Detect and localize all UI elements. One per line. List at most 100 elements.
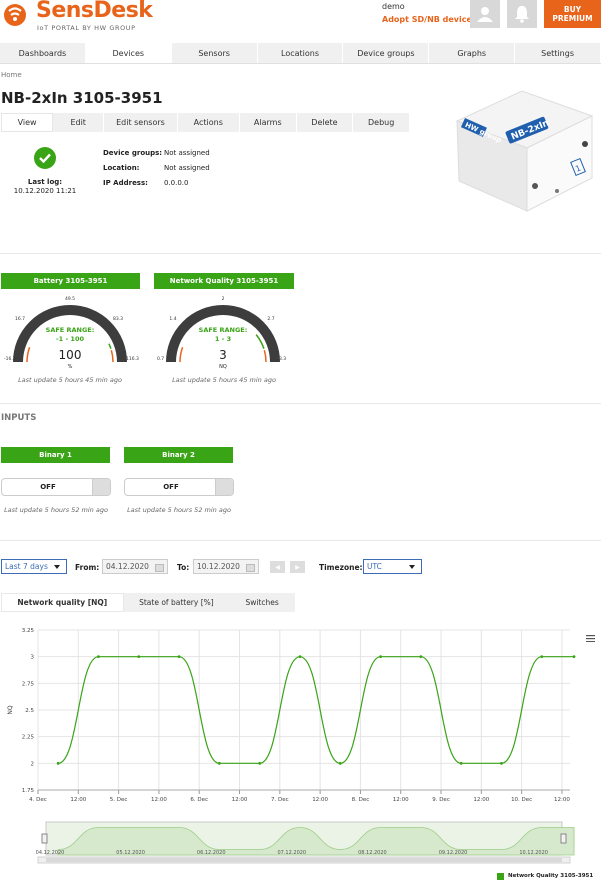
data-point	[298, 655, 302, 659]
tab-edit[interactable]: Edit	[53, 113, 105, 132]
gauge-unit: NQ	[219, 364, 227, 370]
nav-devices[interactable]: Devices	[85, 43, 172, 63]
next-period-button[interactable]: ▶	[290, 561, 305, 573]
buy-label: BUY	[563, 5, 582, 14]
divider	[0, 540, 601, 541]
timezone-select-value: UTC	[367, 562, 382, 571]
navigator-tick-label: 07.12.2020	[277, 850, 306, 856]
x-tick-label: 10. Dec	[511, 797, 532, 803]
navigator-tick-label: 08.12.2020	[358, 850, 387, 856]
y-tick-label: 2	[31, 761, 35, 767]
tab-state-of-battery[interactable]: State of battery [%]	[124, 593, 230, 612]
y-tick-label: 3.25	[22, 628, 35, 634]
y-tick-label: 2.25	[22, 735, 35, 741]
to-date-value: 10.12.2020	[197, 562, 240, 571]
from-label: From:	[75, 563, 100, 572]
brand-name[interactable]: SensDesk	[36, 0, 153, 23]
tab-delete[interactable]: Delete	[297, 113, 354, 132]
chevron-down-icon	[409, 565, 415, 569]
device-groups-value: Not assigned	[164, 149, 210, 157]
bell-icon	[515, 6, 529, 23]
legend-entry[interactable]: Network Quality 3105-3951	[508, 873, 593, 879]
gauge-last-update: Last update 5 hours 45 min ago	[172, 376, 276, 384]
gauge-tick-label: 2.7	[267, 316, 274, 322]
ip-address-label: IP Address:	[103, 179, 148, 187]
data-point	[540, 655, 544, 659]
buy-premium-button[interactable]: BUY PREMIUM	[544, 0, 601, 28]
gauge-tick-label: 2	[222, 296, 225, 302]
device-product-image: HW group NB-2xIn 1	[455, 90, 594, 212]
chevron-down-icon	[54, 565, 60, 569]
data-point	[379, 655, 382, 659]
prev-period-button[interactable]: ◀	[270, 561, 285, 573]
nav-graphs[interactable]: Graphs	[429, 43, 516, 63]
gauge-last-update: Last update 5 hours 45 min ago	[18, 376, 122, 384]
x-tick-label: 9. Dec	[432, 797, 450, 803]
navigator-tick-label: 06.12.2020	[197, 850, 226, 856]
y-tick-label: 3	[31, 655, 35, 661]
gauge-title-battery[interactable]: Battery 3105-3951	[1, 273, 140, 289]
x-tick-label: 12:00	[232, 797, 248, 803]
gauge-title-network-quality[interactable]: Network Quality 3105-3951	[154, 273, 294, 289]
legend-swatch[interactable]	[497, 873, 504, 880]
data-point	[177, 655, 181, 659]
safe-range-label: SAFE RANGE:	[45, 326, 95, 334]
user-icon	[477, 7, 493, 22]
navigator-tick-label: 09.12.2020	[439, 850, 468, 856]
nav-sensors[interactable]: Sensors	[172, 43, 258, 63]
switch-state: OFF	[163, 483, 179, 491]
data-point	[217, 761, 221, 765]
divider	[0, 253, 601, 254]
calendar-icon[interactable]	[155, 564, 164, 572]
x-tick-label: 7. Dec	[271, 797, 289, 803]
ip-address-value: 0.0.0.0	[164, 179, 189, 187]
breadcrumb[interactable]: Home	[1, 71, 22, 79]
to-date-input[interactable]: 10.12.2020	[193, 559, 259, 574]
gauge-tick-label: 1.4	[169, 316, 176, 322]
tab-switches[interactable]: Switches	[229, 593, 295, 612]
range-select-value: Last 7 days	[5, 562, 48, 571]
input-title-binary-2[interactable]: Binary 2	[124, 447, 233, 463]
gauge-tick-label: 16.7	[15, 316, 25, 322]
nav-locations[interactable]: Locations	[258, 43, 344, 63]
x-tick-label: 12:00	[312, 797, 328, 803]
range-select[interactable]: Last 7 days	[1, 559, 67, 574]
tab-view[interactable]: View	[1, 113, 54, 132]
notifications-button[interactable]	[507, 0, 537, 28]
from-date-input[interactable]: 04.12.2020	[102, 559, 168, 574]
tab-network-quality[interactable]: Network quality [NQ]	[1, 593, 124, 612]
safe-range-value: -1 - 100	[55, 335, 84, 343]
tab-alarms[interactable]: Alarms	[240, 113, 297, 132]
switch-state: OFF	[40, 483, 56, 491]
user-name: demo	[382, 2, 405, 11]
user-profile-button[interactable]	[470, 0, 500, 28]
tab-edit-sensors[interactable]: Edit sensors	[104, 113, 178, 132]
adopt-device-link[interactable]: Adopt SD/NB device	[382, 15, 472, 24]
last-log-value: 10.12.2020 11:21	[13, 187, 77, 195]
nav-settings[interactable]: Settings	[515, 43, 601, 63]
tab-debug[interactable]: Debug	[353, 113, 410, 132]
location-value: Not assigned	[164, 164, 210, 172]
binary-2-switch[interactable]: OFF	[124, 478, 234, 496]
y-tick-label: 2.5	[25, 708, 34, 714]
y-tick-label: 1.75	[22, 788, 35, 794]
x-tick-label: 8. Dec	[352, 797, 370, 803]
data-point	[258, 761, 262, 765]
data-point	[97, 655, 100, 659]
binary-1-switch[interactable]: OFF	[1, 478, 111, 496]
input-title-binary-1[interactable]: Binary 1	[1, 447, 110, 463]
gauge-tick-label: -16.3	[4, 356, 16, 362]
network-quality-chart: 3.25 3 2.75 2.5 2.25 2 1.75 NQ 4. Dec 12:00 5. Dec…	[7, 628, 576, 864]
nav-device-groups[interactable]: Device groups	[343, 43, 430, 63]
chevron-right-icon: ▶	[295, 563, 300, 571]
tab-actions[interactable]: Actions	[178, 113, 240, 132]
y-tick-label: 2.75	[22, 681, 35, 687]
timezone-label: Timezone:	[319, 563, 363, 572]
x-tick-label: 12:00	[70, 797, 86, 803]
calendar-icon[interactable]	[246, 564, 255, 572]
nav-dashboards[interactable]: Dashboards	[0, 43, 86, 63]
timezone-select[interactable]: UTC	[363, 559, 422, 574]
data-point	[338, 761, 342, 765]
sensdesk-logo-icon	[4, 4, 26, 26]
status-ok-icon	[34, 147, 56, 169]
